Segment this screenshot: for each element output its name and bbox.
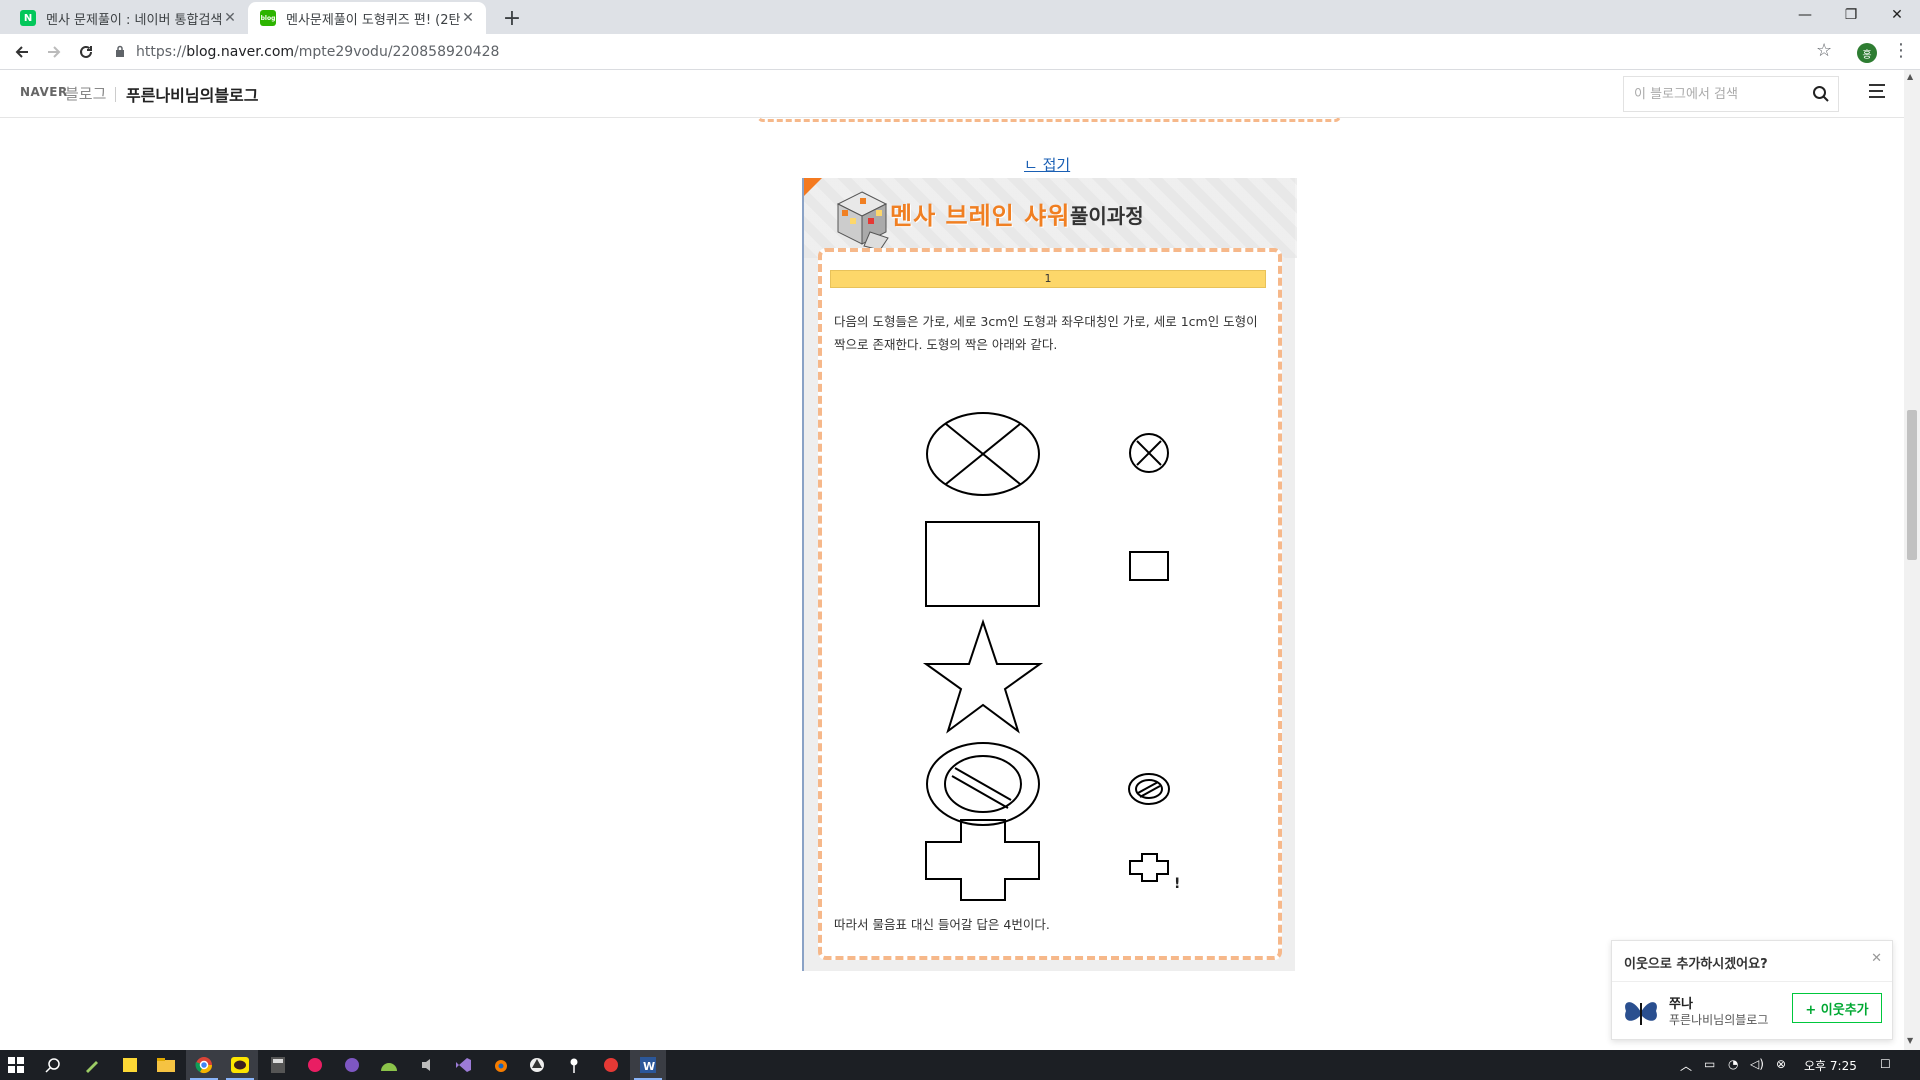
close-tab-icon[interactable]: ✕ (222, 10, 238, 26)
windows-taskbar: W ︿ ▭ ◔ ◁) ⊗ 오후 7:25 ☐ (0, 1050, 1920, 1080)
tray-chevron-icon[interactable]: ︿ (1680, 1057, 1692, 1074)
search-icon[interactable] (43, 1055, 63, 1075)
reload-button[interactable] (72, 38, 100, 66)
blog-search-input[interactable] (1634, 86, 1794, 102)
solution-card: 멘사 브레인 샤워 풀이과정 1 다음의 도형들은 가로, 세로 3cm인 도형… (802, 178, 1297, 971)
add-neighbor-popup: 이웃으로 추가하시겠어요? ✕ 쭈나 푸른나비님의블로그 + 이웃추가 (1611, 940, 1893, 1040)
blog-home-link[interactable]: 블로그 (65, 83, 106, 104)
card-corner-accent (804, 178, 822, 196)
rubiks-cube-icon (836, 191, 889, 251)
blog-header: NAVER 블로그 푸른나비님의블로그 (0, 70, 1904, 118)
browser-menu-icon[interactable]: ⋮ (1892, 40, 1910, 61)
forward-button[interactable] (40, 38, 68, 66)
purple-app-icon[interactable] (342, 1055, 362, 1075)
restore-button[interactable]: ❐ (1828, 0, 1874, 30)
android-studio-icon[interactable] (379, 1055, 399, 1075)
word-icon[interactable]: W (638, 1055, 658, 1075)
header-divider (115, 87, 116, 102)
scroll-up-icon[interactable]: ▲ (1907, 72, 1913, 81)
small-square (1129, 551, 1169, 581)
svg-text:W: W (643, 1060, 655, 1073)
browser-tab-strip: N 멘사 문제풀이 : 네이버 통합검색 ✕ blog 멘사문제풀이 도형퀴즈 … (0, 0, 1920, 34)
scroll-down-icon[interactable]: ▼ (1907, 1036, 1913, 1045)
back-button[interactable] (8, 38, 36, 66)
fold-link[interactable]: ㄴ 접기 (1024, 154, 1070, 175)
back-arrow-icon (15, 46, 28, 58)
windows-start-icon[interactable] (6, 1055, 26, 1075)
close-tab-icon[interactable]: ✕ (460, 10, 476, 26)
clock-time[interactable]: 오후 7:25 (1804, 1057, 1857, 1074)
lock-icon (112, 45, 128, 60)
problem-number-bar: 1 (830, 270, 1266, 288)
pin-app-icon[interactable] (564, 1055, 584, 1075)
chrome-icon[interactable] (194, 1055, 214, 1075)
tab-naver-search[interactable]: N 멘사 문제풀이 : 네이버 통합검색 ✕ (8, 2, 248, 34)
page-scrollbar[interactable]: ▲ ▼ (1904, 70, 1920, 1050)
post-content: ㄴ 접기 멘사 브레인 샤워 풀이과정 1 다음의 도형들은 가로, 세로 3c… (0, 118, 1904, 1050)
butterfly-avatar (1625, 1002, 1657, 1025)
large-crossed-circle (926, 412, 1040, 496)
visual-studio-icon[interactable] (453, 1055, 473, 1075)
record-app-icon[interactable] (601, 1055, 621, 1075)
explanation-text: 다음의 도형들은 가로, 세로 3cm인 도형과 좌우대칭인 가로, 세로 1c… (834, 314, 1258, 352)
calculator-icon[interactable] (268, 1055, 288, 1075)
popup-close-icon[interactable]: ✕ (1871, 951, 1882, 966)
file-explorer-icon[interactable] (156, 1055, 176, 1075)
kakaotalk-icon[interactable] (230, 1055, 250, 1075)
forward-arrow-icon (48, 46, 61, 58)
large-cross (925, 819, 1040, 901)
small-no-sign (1128, 773, 1170, 805)
scroll-thumb[interactable] (1907, 410, 1917, 560)
url-host: blog.naver.com (186, 44, 295, 60)
search-icon[interactable] (1812, 85, 1830, 103)
media-app-icon[interactable] (417, 1055, 437, 1075)
card-title: 멘사 브레인 샤워 (890, 202, 1071, 230)
url-path: /mpte29vodu/220858920428 (294, 44, 500, 60)
unity-icon[interactable] (527, 1055, 547, 1075)
new-tab-button[interactable]: + (498, 4, 526, 32)
ime-status-icon[interactable]: ⊗ (1776, 1057, 1786, 1071)
blender-icon[interactable] (490, 1055, 510, 1075)
hamburger-menu-icon[interactable] (1869, 84, 1889, 102)
exclamation-marker: ! (1174, 876, 1181, 892)
reload-icon (80, 45, 92, 58)
url-scheme: https:// (136, 44, 187, 60)
blog-name-link[interactable]: 푸른나비님의블로그 (126, 82, 258, 106)
address-bar[interactable]: https://blog.naver.com/mpte29vodu/220858… (112, 38, 1832, 66)
volume-icon[interactable]: ◁) (1750, 1057, 1764, 1071)
minimize-button[interactable]: — (1782, 0, 1828, 30)
red-app-icon[interactable] (305, 1055, 325, 1075)
bookmark-star-icon[interactable]: ☆ (1816, 40, 1832, 61)
large-square (925, 521, 1040, 607)
tab-blog-post[interactable]: blog 멘사문제풀이 도형퀴즈 편! (2탄 ✕ (248, 2, 486, 34)
large-no-sign (926, 742, 1040, 826)
popup-question: 이웃으로 추가하시겠어요? (1624, 957, 1768, 972)
popup-blog-name: 푸른나비님의블로그 (1669, 1013, 1769, 1027)
tab-title: 멘사문제풀이 도형퀴즈 편! (2탄 (286, 12, 460, 28)
sticky-notes-icon[interactable] (120, 1055, 140, 1075)
previous-box-bottom (757, 118, 1341, 122)
large-star (922, 618, 1044, 734)
card-subtitle: 풀이과정 (1070, 204, 1144, 228)
small-cross (1129, 853, 1169, 882)
popup-nickname: 쭈나 (1669, 997, 1693, 1012)
tab-title: 멘사 문제풀이 : 네이버 통합검색 (46, 12, 222, 28)
add-neighbor-button[interactable]: + 이웃추가 (1792, 993, 1882, 1023)
naver-logo[interactable]: NAVER (20, 85, 68, 99)
naver-favicon-icon: N (20, 10, 36, 26)
profile-avatar[interactable]: 홍 (1857, 43, 1877, 63)
battery-icon[interactable]: ▭ (1704, 1057, 1715, 1071)
blog-favicon-icon: blog (260, 10, 276, 26)
conclusion-text: 따라서 물음표 대신 들어갈 답은 4번이다. (834, 917, 1050, 932)
blog-search-box (1623, 76, 1839, 112)
action-center-icon[interactable]: ☐ (1880, 1057, 1891, 1071)
pen-app-icon[interactable] (82, 1055, 102, 1075)
card-body: 1 다음의 도형들은 가로, 세로 3cm인 도형과 좌우대칭인 가로, 세로 … (818, 248, 1282, 960)
popup-divider (1612, 981, 1892, 982)
browser-toolbar: https://blog.naver.com/mpte29vodu/220858… (0, 34, 1920, 70)
shape-pairs-figure (922, 412, 1170, 901)
network-icon[interactable]: ◔ (1728, 1057, 1738, 1071)
small-crossed-circle (1129, 433, 1169, 473)
close-window-button[interactable]: ✕ (1874, 0, 1920, 30)
